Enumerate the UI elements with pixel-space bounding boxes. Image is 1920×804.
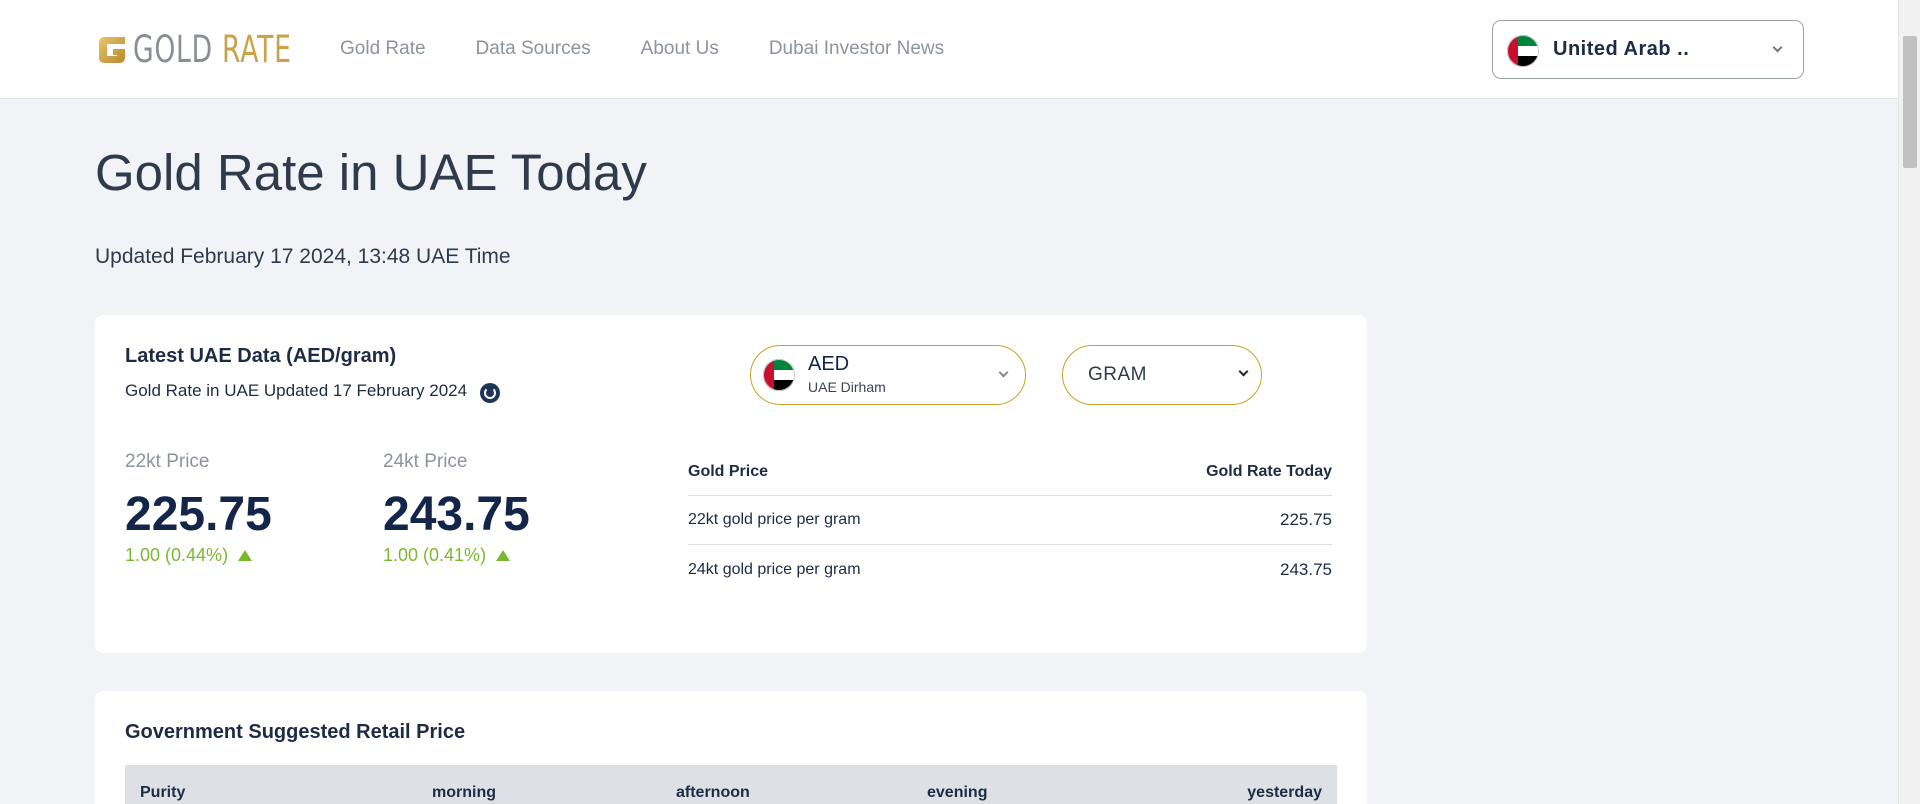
updated-timestamp: Updated February 17 2024, 13:48 UAE Time [95,245,511,268]
table-row: 22kt gold price per gram 225.75 [688,496,1332,545]
triangle-up-icon [238,550,253,561]
k24-price-value: 243.75 [383,488,530,541]
col-gold-price: Gold Price [688,462,769,480]
chevron-down-icon [1238,366,1249,377]
row-value: 225.75 [1280,510,1332,529]
table-header-row: Gold Price Gold Rate Today [688,448,1332,496]
logo-g-icon [99,37,125,63]
col-morning: morning [432,784,496,801]
logo-word-rate: RATE [222,28,292,71]
nav-about-us[interactable]: About Us [641,38,719,60]
col-afternoon: afternoon [676,784,750,801]
retail-price-card: Government Suggested Retail Price Purity… [95,691,1367,804]
currency-name: UAE Dirham [808,379,886,395]
site-logo[interactable]: GOLD RATE [95,30,353,70]
col-gold-rate-today: Gold Rate Today [1206,462,1332,480]
country-select-value: United Arab .. [1553,38,1690,60]
col-purity: Purity [140,784,186,801]
k22-price-change: 1.00 (0.44%) [125,545,253,566]
nav-dubai-investor-news[interactable]: Dubai Investor News [769,38,944,60]
triangle-up-icon [496,550,511,561]
currency-code: AED [808,353,850,375]
logo-wordmark: GOLD RATE [133,30,292,70]
main-nav: Gold Rate Data Sources About Us Dubai In… [340,38,944,60]
col-yesterday: yesterday [1247,784,1322,801]
chevron-down-icon [1772,42,1783,53]
row-value: 243.75 [1280,559,1332,579]
row-label: 22kt gold price per gram [688,511,861,528]
logo-word-gold: GOLD [133,28,213,71]
nav-data-sources[interactable]: Data Sources [476,38,591,60]
k24-change-text: 1.00 (0.41%) [383,545,487,565]
k22-change-text: 1.00 (0.44%) [125,545,229,565]
nav-gold-rate[interactable]: Gold Rate [340,38,426,60]
page-scrollbar[interactable] [1898,0,1920,804]
row-label: 24kt gold price per gram [688,560,861,578]
scrollbar-thumb[interactable] [1903,36,1917,168]
uae-flag-icon [763,359,795,391]
k24-price-label: 24kt Price [383,451,468,472]
uae-flag-icon [1507,35,1539,67]
latest-data-title: Latest UAE Data (AED/gram) [125,345,397,367]
k24-price-change: 1.00 (0.41%) [383,545,511,566]
country-select[interactable]: United Arab .. [1492,20,1804,79]
unit-select-value: GRAM [1088,364,1147,385]
table-row: 24kt gold price per gram 243.75 [688,545,1332,594]
chevron-down-icon [998,367,1009,378]
retail-table-header: Purity morning afternoon evening yesterd… [125,765,1337,804]
latest-data-card: Latest UAE Data (AED/gram) Gold Rate in … [95,315,1367,653]
latest-data-subtitle: Gold Rate in UAE Updated 17 February 202… [125,381,468,400]
k22-price-label: 22kt Price [125,451,210,472]
top-header: GOLD RATE Gold Rate Data Sources About U… [0,0,1898,99]
refresh-icon[interactable] [480,383,500,403]
page-title: Gold Rate in UAE Today [95,144,647,201]
retail-price-title: Government Suggested Retail Price [125,721,466,743]
col-evening: evening [927,784,988,801]
gold-price-table: Gold Price Gold Rate Today 22kt gold pri… [688,448,1332,594]
unit-select[interactable]: GRAM [1062,345,1262,405]
k22-price-value: 225.75 [125,488,272,541]
currency-select[interactable]: AED UAE Dirham [750,345,1026,405]
